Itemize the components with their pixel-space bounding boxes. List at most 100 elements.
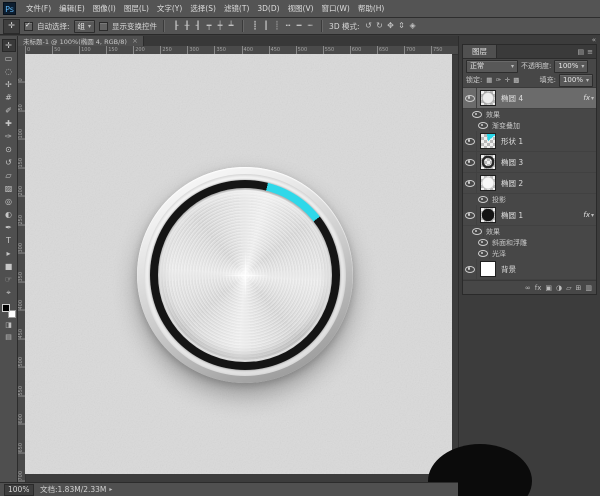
new-layer-icon[interactable]: ⊞ (576, 284, 582, 292)
hand-tool[interactable]: ☞ (2, 273, 16, 286)
layer-row[interactable]: 渐变叠加 fx ▾ (463, 120, 596, 131)
visibility-eye-icon[interactable] (463, 205, 477, 225)
lasso-tool[interactable]: ◌ (2, 65, 16, 78)
move-tool[interactable]: ✛ (2, 39, 16, 52)
visibility-eye-icon[interactable] (463, 173, 477, 193)
align-right-icon[interactable]: ┨ (193, 20, 203, 32)
delete-layer-icon[interactable]: ▥ (585, 284, 592, 292)
opacity-dropdown[interactable]: 100% ▾ (554, 60, 588, 73)
history-brush-tool[interactable]: ↺ (2, 156, 16, 169)
visibility-eye-icon[interactable] (476, 194, 490, 205)
layer-thumbnail[interactable] (480, 175, 496, 191)
visibility-eye-icon[interactable] (463, 131, 477, 151)
type-tool[interactable]: T (2, 234, 16, 247)
menu-item[interactable]: 滤镜(T) (220, 0, 253, 17)
screen-mode-button[interactable]: ▤ (2, 332, 16, 343)
layer-row[interactable]: 投影 fx ▾ (463, 194, 596, 205)
layer-row[interactable]: 椭圆 3 fx ▾ (463, 152, 596, 173)
tab-layers[interactable]: 图层 (463, 45, 497, 58)
quick-selection-tool[interactable]: ✢ (2, 78, 16, 91)
document-info[interactable]: 文档:1.83M/2.33M ▸ (40, 484, 112, 495)
add-mask-icon[interactable]: ▣ (545, 284, 552, 292)
layer-thumbnail[interactable] (480, 90, 496, 106)
visibility-eye-icon[interactable] (470, 109, 484, 120)
brush-tool[interactable]: ✑ (2, 130, 16, 143)
quick-mask-button[interactable]: ◨ (2, 320, 16, 331)
layer-thumbnail[interactable] (480, 261, 496, 277)
layer-row[interactable]: 效果 fx ▾ (463, 109, 596, 120)
distribute-bottom-icon[interactable]: ┊ (272, 20, 282, 32)
foreground-color-swatch[interactable] (2, 304, 10, 312)
layer-thumbnail[interactable] (480, 154, 496, 170)
3d-scale-icon[interactable]: ◈ (408, 20, 418, 32)
layer-style-icon[interactable]: fx (535, 284, 542, 292)
crop-tool[interactable]: # (2, 91, 16, 104)
adjustment-layer-icon[interactable]: ◑ (556, 284, 562, 292)
distribute-right-icon[interactable]: ┉ (305, 20, 315, 32)
visibility-eye-icon[interactable] (470, 226, 484, 237)
fx-badge[interactable]: fx ▾ (583, 211, 594, 219)
distribute-left-icon[interactable]: ┅ (283, 20, 293, 32)
menu-item[interactable]: 图层(L) (120, 0, 153, 17)
pen-tool[interactable]: ✒ (2, 221, 16, 234)
menu-item[interactable]: 窗口(W) (318, 0, 354, 17)
visibility-eye-icon[interactable] (463, 259, 477, 279)
layer-thumbnail[interactable] (480, 207, 496, 223)
auto-select-checkbox[interactable]: ✓ (24, 22, 33, 31)
path-selection-tool[interactable]: ▸ (2, 247, 16, 260)
layer-row[interactable]: 椭圆 1 fx ▾ (463, 205, 596, 226)
fx-badge[interactable]: fx ▾ (583, 94, 594, 102)
panel-grid-icon[interactable]: ▤ (578, 48, 585, 56)
lock-pixels-icon[interactable]: ✑ (494, 76, 502, 84)
align-left-icon[interactable]: ┠ (171, 20, 181, 32)
panel-menu-icon[interactable]: ≡ (587, 48, 593, 56)
dodge-tool[interactable]: ◐ (2, 208, 16, 221)
align-top-icon[interactable]: ┯ (204, 20, 214, 32)
eyedropper-tool[interactable]: ✐ (2, 104, 16, 117)
layer-row[interactable]: 背景 fx ▾ (463, 259, 596, 280)
distribute-center-icon[interactable]: ━ (294, 20, 304, 32)
align-center-icon[interactable]: ╂ (182, 20, 192, 32)
new-group-icon[interactable]: ▱ (566, 284, 571, 292)
menu-item[interactable]: 文件(F) (22, 0, 55, 17)
visibility-eye-icon[interactable] (463, 88, 477, 108)
visibility-eye-icon[interactable] (476, 120, 490, 131)
menu-item[interactable]: 编辑(E) (55, 0, 89, 17)
align-bottom-icon[interactable]: ┷ (226, 20, 236, 32)
distribute-middle-icon[interactable]: ┃ (261, 20, 271, 32)
gradient-tool[interactable]: ▨ (2, 182, 16, 195)
auto-select-target-dropdown[interactable]: 组 ▾ (74, 20, 96, 33)
zoom-field[interactable]: 100% (4, 484, 34, 496)
visibility-eye-icon[interactable] (476, 237, 490, 248)
shape-tool[interactable]: ■ (2, 260, 16, 273)
layer-row[interactable]: 效果 fx ▾ (463, 226, 596, 237)
fill-dropdown[interactable]: 100% ▾ (559, 74, 593, 87)
layer-row[interactable]: 光泽 fx ▾ (463, 248, 596, 259)
lock-position-icon[interactable]: ✛ (503, 76, 511, 84)
lock-all-icon[interactable]: ▩ (512, 76, 520, 84)
menu-item[interactable]: 图像(I) (89, 0, 120, 17)
layer-row[interactable]: 椭圆 2 fx ▾ (463, 173, 596, 194)
show-transform-checkbox[interactable] (99, 22, 108, 31)
3d-slide-icon[interactable]: ⇕ (397, 20, 407, 32)
menu-item[interactable]: 3D(D) (253, 0, 283, 17)
blend-mode-dropdown[interactable]: 正常 ▾ (466, 60, 518, 73)
canvas[interactable] (25, 54, 452, 474)
3d-rotate-icon[interactable]: ↺ (364, 20, 374, 32)
visibility-eye-icon[interactable] (463, 152, 477, 172)
marquee-tool[interactable]: ▭ (2, 52, 16, 65)
healing-brush-tool[interactable]: ✚ (2, 117, 16, 130)
document-tab[interactable]: 未标题-1 @ 100%(椭圆 4, RGB/8) × (18, 36, 144, 46)
lock-transparent-icon[interactable]: ▦ (485, 76, 493, 84)
align-middle-icon[interactable]: ┿ (215, 20, 225, 32)
3d-drag-icon[interactable]: ✥ (386, 20, 396, 32)
3d-roll-icon[interactable]: ↻ (375, 20, 385, 32)
layer-row[interactable]: 斜面和浮雕 fx ▾ (463, 237, 596, 248)
zoom-tool[interactable]: ⌖ (2, 286, 16, 299)
visibility-eye-icon[interactable] (476, 248, 490, 259)
eraser-tool[interactable]: ▱ (2, 169, 16, 182)
menu-item[interactable]: 选择(S) (186, 0, 220, 17)
close-icon[interactable]: × (132, 37, 138, 45)
blur-tool[interactable]: ◎ (2, 195, 16, 208)
layer-row[interactable]: 形状 1 fx ▾ (463, 131, 596, 152)
